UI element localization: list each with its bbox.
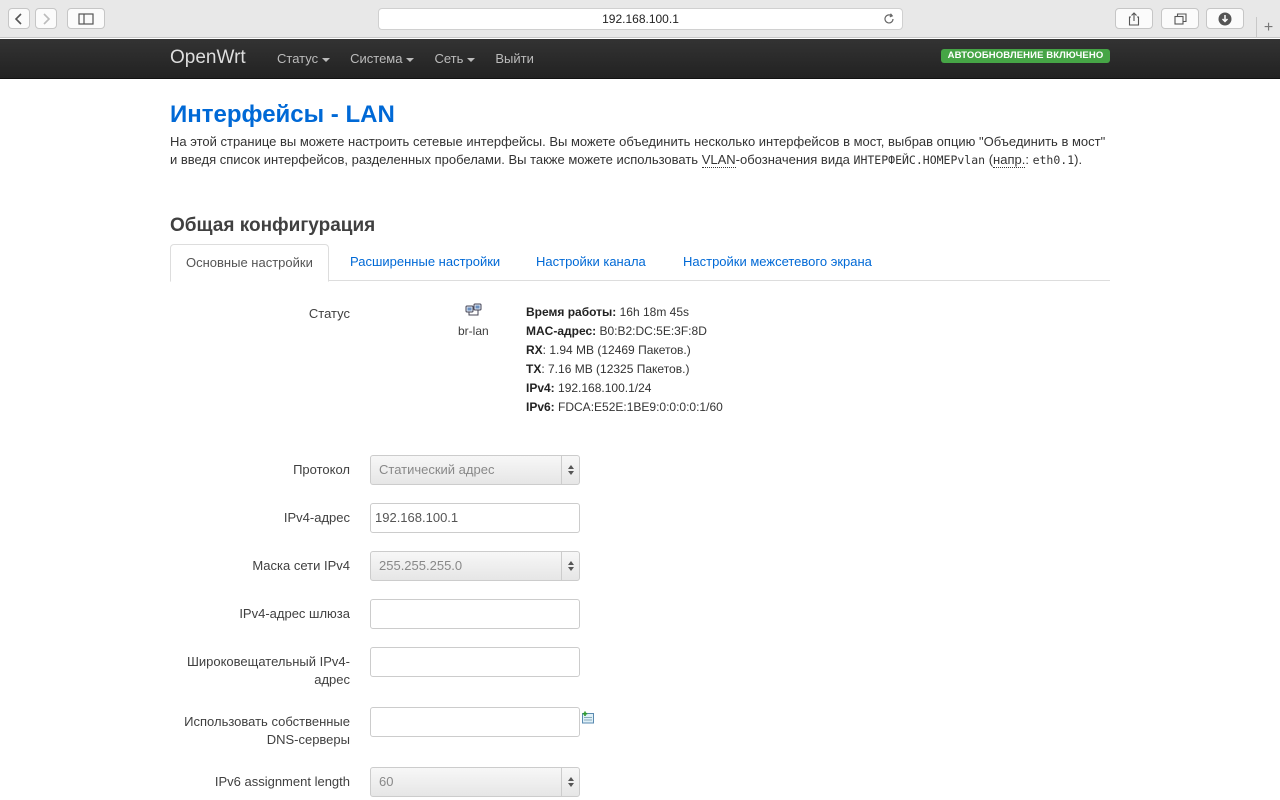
plus-icon: + xyxy=(1263,18,1274,36)
desc-text-2: -обозначения вида xyxy=(735,152,854,167)
menu-logout-label: Выйти xyxy=(495,51,534,66)
url-text: 192.168.100.1 xyxy=(602,12,679,26)
rx-value: : 1.94 MB (12469 Пакетов.) xyxy=(542,343,691,357)
menu-network[interactable]: Сеть xyxy=(424,39,485,79)
brand-logo[interactable]: OpenWrt xyxy=(170,47,246,69)
mac-value: B0:B2:DC:5E:3F:8D xyxy=(596,324,707,338)
desc-text-5: ). xyxy=(1074,152,1083,167)
ipv4-value: 192.168.100.1/24 xyxy=(554,381,652,395)
top-navbar: OpenWrt Статус Система Сеть Выйти АВТООБ… xyxy=(0,39,1280,79)
caret-down-icon xyxy=(406,57,415,62)
uptime-line: Время работы: 16h 18m 45s xyxy=(526,303,723,322)
rx-label: RX xyxy=(526,343,543,357)
sidebar-icon xyxy=(78,12,94,25)
address-bar[interactable]: 192.168.100.1 xyxy=(378,8,903,30)
ipv4-line: IPv4: 192.168.100.1/24 xyxy=(526,379,723,398)
tx-line: TX: 7.16 MB (12325 Пакетов.) xyxy=(526,360,723,379)
menu-status-label: Статус xyxy=(277,51,319,66)
interface-status-details: Время работы: 16h 18m 45s MAC-адрес: B0:… xyxy=(526,303,723,417)
select-arrows-icon xyxy=(561,456,579,484)
rx-line: RX: 1.94 MB (12469 Пакетов.) xyxy=(526,341,723,360)
ipv4-netmask-label: Маска сети IPv4 xyxy=(252,558,350,573)
mac-line: MAC-адрес: B0:B2:DC:5E:3F:8D xyxy=(526,322,723,341)
ipv4-netmask-select[interactable]: 255.255.255.0 xyxy=(370,551,580,581)
chevron-left-icon xyxy=(14,12,22,25)
mac-label: MAC-адрес: xyxy=(526,324,597,338)
tab-general-settings[interactable]: Основные настройки xyxy=(170,244,329,282)
tab-firewall-settings[interactable]: Настройки межсетевого экрана xyxy=(668,244,887,281)
desc-code-example: eth0.1 xyxy=(1032,153,1075,167)
select-arrows-icon xyxy=(561,552,579,580)
menu-logout[interactable]: Выйти xyxy=(485,39,544,79)
ipv4-gateway-input[interactable] xyxy=(370,599,580,629)
tabs-icon xyxy=(1173,12,1187,25)
section-title: Общая конфигурация xyxy=(170,215,376,236)
ipv4-gateway-label: IPv4-адрес шлюза xyxy=(239,606,350,621)
uptime-label: Время работы: xyxy=(526,305,617,319)
back-button[interactable] xyxy=(8,8,30,29)
reload-icon[interactable] xyxy=(882,12,896,26)
share-icon xyxy=(1128,11,1140,26)
ipv6-assignment-length-value: 60 xyxy=(379,774,394,789)
ipv6-assignment-length-select[interactable]: 60 xyxy=(370,767,580,797)
page-description: На этой странице вы можете настроить сет… xyxy=(170,133,1110,169)
protocol-value: Статический адрес xyxy=(379,462,495,477)
desc-text-4: : xyxy=(1025,152,1033,167)
custom-dns-input[interactable] xyxy=(370,707,580,737)
protocol-label: Протокол xyxy=(293,462,350,477)
menu-system-label: Система xyxy=(350,51,403,66)
ipv6-assignment-length-label: IPv6 assignment length xyxy=(214,774,350,789)
custom-dns-label: Использовать собственные DNS-серверы xyxy=(184,714,350,747)
caret-down-icon xyxy=(467,57,476,62)
browser-toolbar: 192.168.100.1 + xyxy=(0,0,1280,38)
desc-text-3: ( xyxy=(985,152,994,167)
menu-status[interactable]: Статус xyxy=(267,39,340,79)
tab-advanced-settings[interactable]: Расширенные настройки xyxy=(335,244,515,281)
protocol-select[interactable]: Статический адрес xyxy=(370,455,580,485)
desc-code-interface: ИНТЕРФЕЙС.НОМЕРvlan xyxy=(853,153,986,167)
select-arrows-icon xyxy=(561,768,579,796)
ipv6-line: IPv6: FDCA:E52E:1BE9:0:0:0:0:1/60 xyxy=(526,398,723,417)
status-label: Статус xyxy=(308,306,350,321)
config-tabs: Основные настройки Расширенные настройки… xyxy=(170,244,1110,282)
ipv4-label: IPv4: xyxy=(526,381,555,395)
menu-network-label: Сеть xyxy=(434,51,464,66)
uptime-value: 16h 18m 45s xyxy=(616,305,690,319)
chevron-right-icon xyxy=(43,12,51,25)
download-icon xyxy=(1218,12,1232,25)
forward-button[interactable] xyxy=(35,8,57,29)
ipv4-broadcast-input[interactable] xyxy=(370,647,580,677)
interface-name: br-lan xyxy=(458,324,489,338)
network-bridge-icon xyxy=(465,303,482,316)
downloads-button[interactable] xyxy=(1206,8,1244,29)
ipv6-value: FDCA:E52E:1BE9:0:0:0:0:1/60 xyxy=(554,400,723,414)
sidebar-toggle-button[interactable] xyxy=(67,8,105,29)
auto-refresh-badge[interactable]: АВТООБНОВЛЕНИЕ ВКЛЮЧЕНО xyxy=(941,49,1110,63)
tx-label: TX xyxy=(526,362,542,376)
ipv6-label: IPv6: xyxy=(526,400,555,414)
new-tab-button[interactable]: + xyxy=(1256,17,1280,38)
add-entry-icon[interactable] xyxy=(581,711,595,724)
vlan-abbr: VLAN xyxy=(701,152,736,168)
tx-value: : 7.16 MB (12325 Пакетов.) xyxy=(541,362,690,376)
page-title: Интерфейсы - LAN xyxy=(170,101,395,128)
share-button[interactable] xyxy=(1115,8,1153,29)
ipv4-address-label: IPv4-адрес xyxy=(283,510,350,525)
main-menu: Статус Система Сеть Выйти xyxy=(267,39,544,79)
ipv4-netmask-value: 255.255.255.0 xyxy=(379,558,463,573)
menu-system[interactable]: Система xyxy=(340,39,424,79)
tab-physical-settings[interactable]: Настройки канала xyxy=(521,244,661,281)
caret-down-icon xyxy=(322,57,331,62)
ipv4-address-input[interactable]: 192.168.100.1 xyxy=(370,503,580,533)
ipv4-broadcast-label: Широковещательный IPv4-адрес xyxy=(186,654,350,687)
example-abbr: напр. xyxy=(993,152,1026,168)
tabs-overview-button[interactable] xyxy=(1161,8,1199,29)
